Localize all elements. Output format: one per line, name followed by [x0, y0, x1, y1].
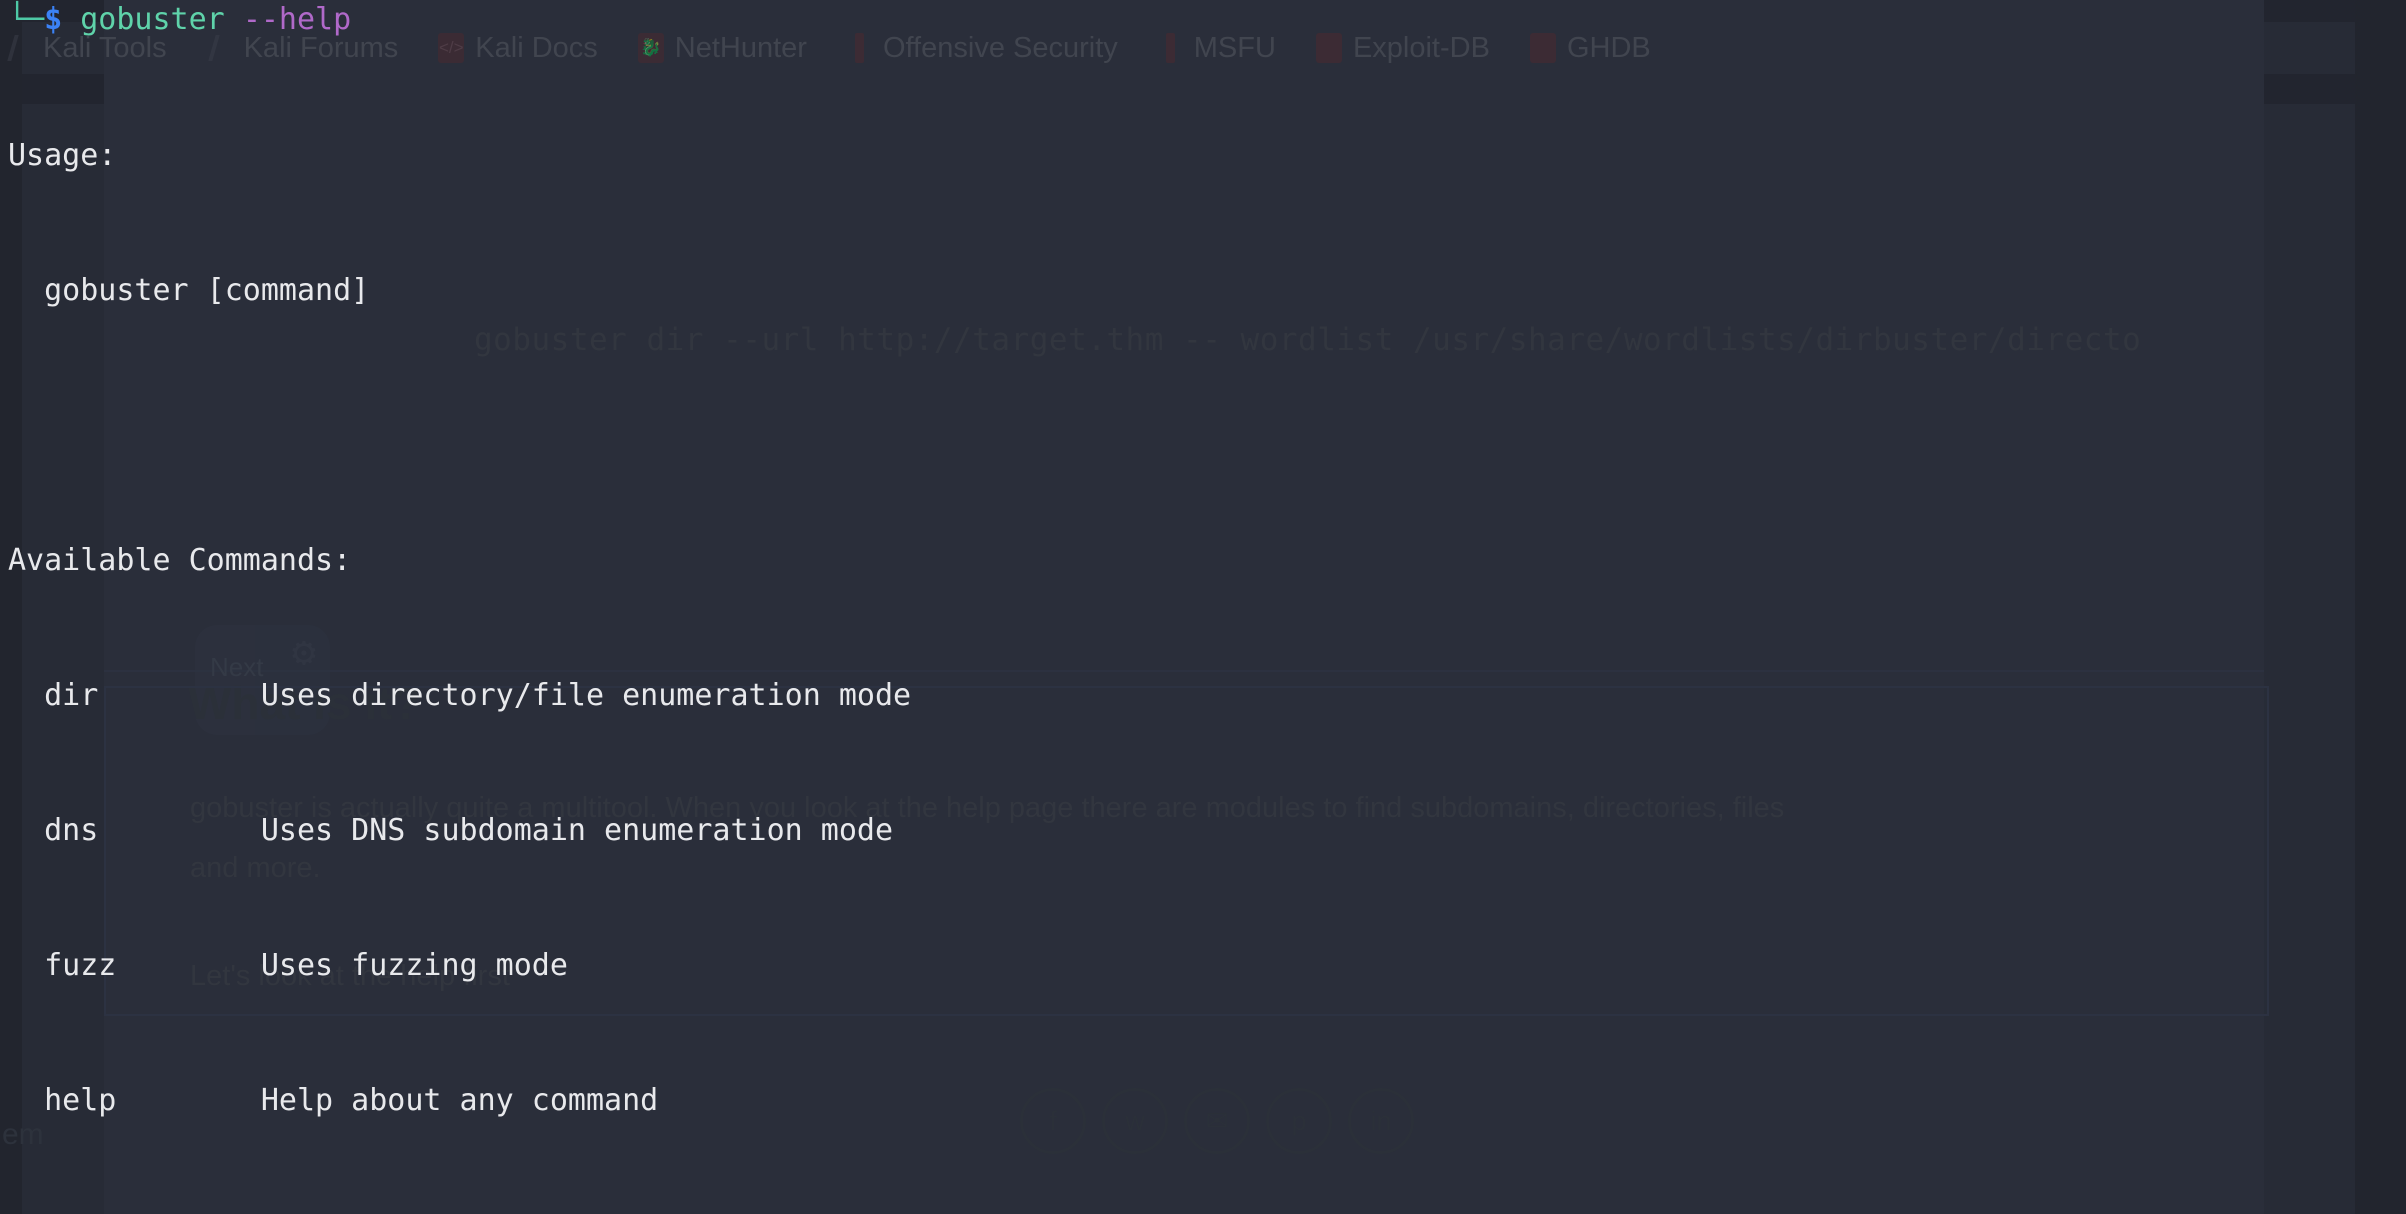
- shell-prompt-line: └─$ gobuster --help: [8, 0, 351, 42]
- prompt-branch-glyph: └─: [8, 2, 45, 37]
- screen: Kali Tools Kali Forums </> Kali Docs 🐉 N…: [0, 0, 2406, 1214]
- command-row: dns Uses DNS subdomain enumeration mode: [8, 813, 894, 848]
- prompt-dollar-symbol: $: [44, 2, 63, 37]
- terminal-body: Usage: gobuster [command] Available Comm…: [8, 43, 1435, 1214]
- usage-heading: Usage:: [8, 138, 117, 173]
- command-row: fuzz Uses fuzzing mode: [8, 948, 568, 983]
- command-row: help Help about any command: [8, 1083, 659, 1118]
- commands-heading: Available Commands:: [8, 543, 352, 578]
- prompt-flag: --help: [242, 2, 352, 37]
- prompt-command: gobuster: [80, 2, 225, 37]
- usage-line: gobuster [command]: [8, 273, 370, 308]
- terminal-output[interactable]: └─$ gobuster --help Usage: gobuster [com…: [0, 0, 2406, 1214]
- prompt-space-2: [225, 2, 243, 37]
- command-row: dir Uses directory/file enumeration mode: [8, 678, 912, 713]
